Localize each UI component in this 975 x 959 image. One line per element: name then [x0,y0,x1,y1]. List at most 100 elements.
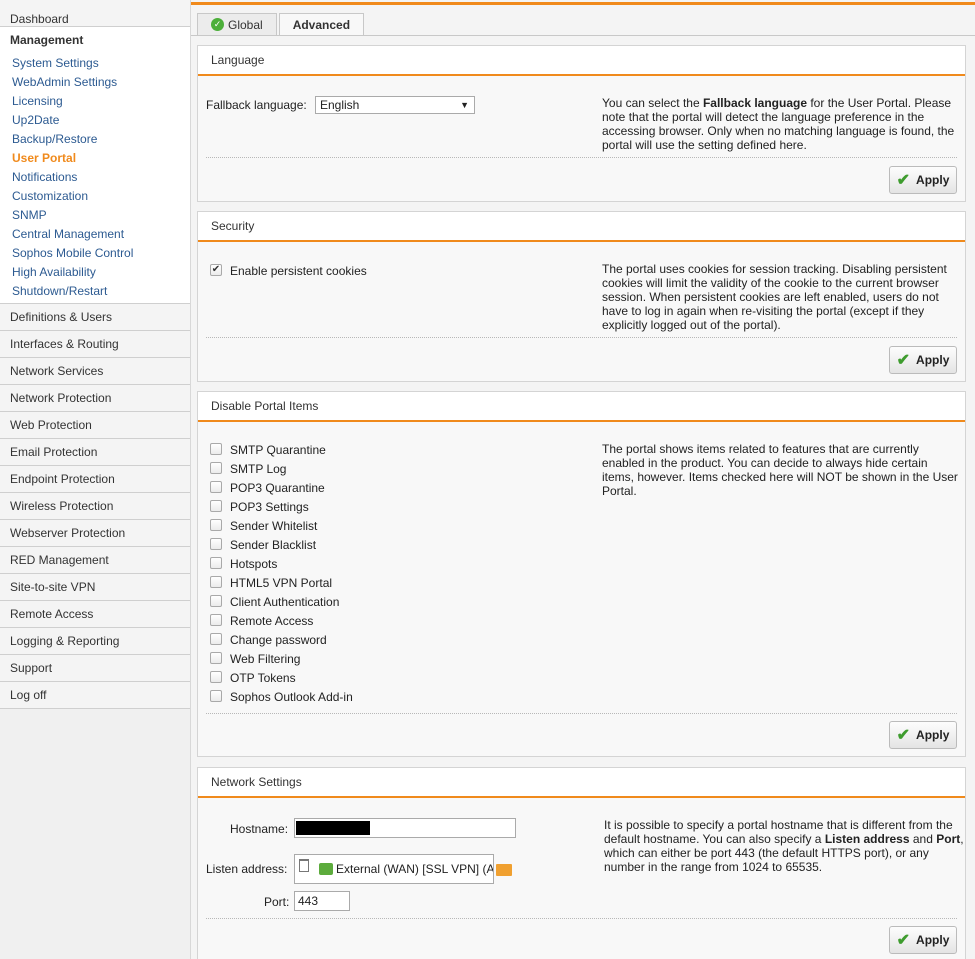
trash-icon[interactable] [299,859,309,872]
portal-items-help-text: The portal shows items related to featur… [602,442,958,498]
sidebar-item-network-protection[interactable]: Network Protection [0,385,190,412]
sidebar-item-user-portal[interactable]: User Portal [0,149,190,168]
sidebar-item-support[interactable]: Support [0,655,190,682]
network-settings-panel: Network Settings Hostname: Listen addres… [197,767,966,959]
portal-item-checkbox[interactable] [210,671,222,683]
tab-global[interactable]: ✓ Global [197,13,277,35]
listen-address-field[interactable]: External (WAN) [SSL VPN] (A [294,854,494,884]
sidebar: Dashboard Management System Settings WebA… [0,0,191,959]
portal-item-checkbox[interactable] [210,443,222,455]
check-circle-icon: ✓ [211,18,224,31]
nav-sections: Definitions & Users Interfaces & Routing N… [0,304,190,709]
hostname-input[interactable] [294,818,516,838]
tab-advanced[interactable]: Advanced [278,13,365,36]
port-label: Port: [264,895,290,909]
sidebar-item-endpoint-protection[interactable]: Endpoint Protection [0,466,190,493]
nav-management[interactable]: Management [0,27,190,54]
apply-label: Apply [916,353,950,367]
divider [206,918,957,919]
panel-title: Language [198,46,965,76]
folder-icon[interactable] [496,864,512,876]
portal-item-checkbox[interactable] [210,633,222,645]
apply-button[interactable]: ✔ Apply [889,926,957,954]
sidebar-item-web-protection[interactable]: Web Protection [0,412,190,439]
sidebar-item-network-services[interactable]: Network Services [0,358,190,385]
sidebar-item-remote-access[interactable]: Remote Access [0,601,190,628]
apply-button[interactable]: ✔ Apply [889,166,957,194]
sidebar-item-definitions-users[interactable]: Definitions & Users [0,304,190,331]
apply-label: Apply [916,173,950,187]
divider [206,157,957,158]
portal-item-checkbox[interactable] [210,557,222,569]
fallback-language-value: English [320,98,360,112]
panel-title: Network Settings [198,768,965,798]
sidebar-item-high-availability[interactable]: High Availability [0,263,190,282]
persistent-cookies-label: Enable persistent cookies [230,264,367,278]
help-text: and [909,832,937,846]
sidebar-item-central-management[interactable]: Central Management [0,225,190,244]
panel-title: Security [198,212,965,242]
portal-item-checkbox[interactable] [210,652,222,664]
portal-item-checkbox[interactable] [210,462,222,474]
apply-label: Apply [916,728,950,742]
nav-dashboard[interactable]: Dashboard [0,0,190,27]
apply-button[interactable]: ✔ Apply [889,346,957,374]
sidebar-item-shutdown-restart[interactable]: Shutdown/Restart [0,282,190,301]
port-value: 443 [298,894,319,908]
portal-item-checkbox[interactable] [210,519,222,531]
help-text: You can select the [602,96,703,110]
checkmark-icon: ✔ [896,172,911,189]
main-content: ✓ Global Advanced Language Fallback lang… [191,0,975,959]
sidebar-item-webadmin-settings[interactable]: WebAdmin Settings [0,73,190,92]
tab-divider [191,35,975,36]
fallback-language-label: Fallback language: [206,98,307,112]
portal-item-label: SMTP Quarantine [230,443,326,457]
tab-global-label: Global [228,17,263,32]
help-bold: Fallback language [702,96,808,110]
language-help-text: You can select the Fallback language for… [602,96,962,152]
portal-item-checkbox[interactable] [210,614,222,626]
sidebar-item-logging-reporting[interactable]: Logging & Reporting [0,628,190,655]
sidebar-item-licensing[interactable]: Licensing [0,92,190,111]
redacted-value [296,821,370,835]
apply-label: Apply [916,933,950,947]
sidebar-item-notifications[interactable]: Notifications [0,168,190,187]
portal-item-checkbox[interactable] [210,538,222,550]
nav-management-group: Management System Settings WebAdmin Setti… [0,27,190,304]
divider [206,713,957,714]
portal-item-label: Sophos Outlook Add-in [230,690,353,704]
tab-advanced-label: Advanced [292,18,351,32]
sidebar-item-system-settings[interactable]: System Settings [0,54,190,73]
sidebar-item-up2date[interactable]: Up2Date [0,111,190,130]
apply-button[interactable]: ✔ Apply [889,721,957,749]
security-panel: Security ✔ Enable persistent cookies The… [197,211,966,382]
sidebar-item-wireless-protection[interactable]: Wireless Protection [0,493,190,520]
portal-item-checkbox[interactable] [210,576,222,588]
portal-item-checkbox[interactable] [210,690,222,702]
sidebar-item-backup-restore[interactable]: Backup/Restore [0,130,190,149]
port-input[interactable]: 443 [294,891,350,911]
sidebar-item-customization[interactable]: Customization [0,187,190,206]
divider [206,337,957,338]
sidebar-item-webserver-protection[interactable]: Webserver Protection [0,520,190,547]
sidebar-item-snmp[interactable]: SNMP [0,206,190,225]
sidebar-item-red-management[interactable]: RED Management [0,547,190,574]
sidebar-item-log-off[interactable]: Log off [0,682,190,709]
checkmark-icon: ✔ [896,352,911,369]
portal-item-checkbox[interactable] [210,481,222,493]
portal-item-checkbox[interactable] [210,595,222,607]
sidebar-item-site-to-site-vpn[interactable]: Site-to-site VPN [0,574,190,601]
portal-item-label: POP3 Settings [230,500,309,514]
listen-address-label: Listen address: [206,862,288,876]
portal-item-label: HTML5 VPN Portal [230,576,333,590]
portal-item-label: SMTP Log [230,462,287,476]
fallback-language-select[interactable]: English ▼ [315,96,475,114]
persistent-cookies-checkbox[interactable]: ✔ [210,264,222,276]
portal-item-label: Web Filtering [230,652,301,666]
portal-item-label: Client Authentication [230,595,340,609]
sidebar-item-interfaces-routing[interactable]: Interfaces & Routing [0,331,190,358]
sidebar-item-email-protection[interactable]: Email Protection [0,439,190,466]
portal-item-label: Change password [230,633,327,647]
portal-item-checkbox[interactable] [210,500,222,512]
sidebar-item-sophos-mobile-control[interactable]: Sophos Mobile Control [0,244,190,263]
